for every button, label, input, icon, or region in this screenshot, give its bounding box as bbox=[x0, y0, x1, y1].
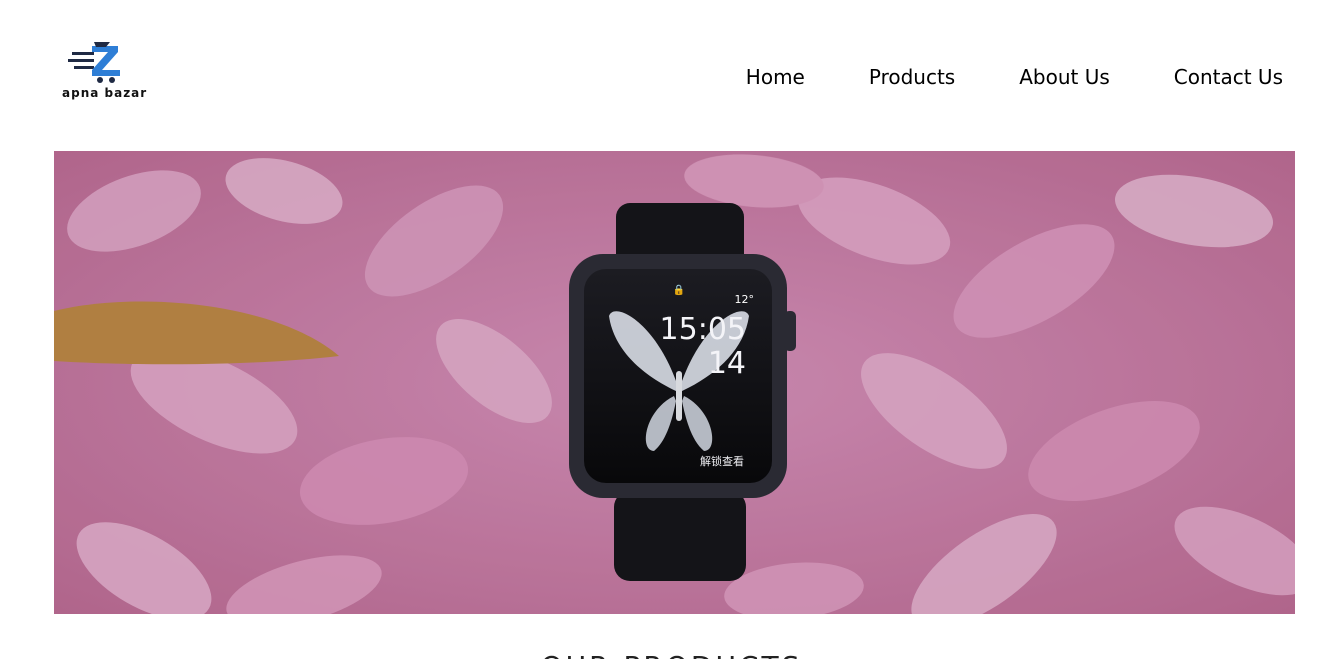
nav-about-us[interactable]: About Us bbox=[1019, 62, 1110, 92]
watch-time: 15:05 bbox=[660, 312, 746, 347]
watch-date: 14 bbox=[708, 346, 746, 381]
watch-unlock-text: 解锁查看 bbox=[700, 454, 744, 468]
nav-contact-us[interactable]: Contact Us bbox=[1174, 62, 1283, 92]
nav-products[interactable]: Products bbox=[869, 62, 955, 92]
main-nav: Home Products About Us Contact Us bbox=[746, 62, 1283, 92]
brand-name: apna bazar bbox=[62, 86, 148, 100]
brand-logo[interactable]: apna bazar bbox=[56, 40, 156, 104]
site-header: apna bazar Home Products About Us Contac… bbox=[0, 0, 1343, 150]
hero-image: 12° 🔒 15:05 14 解锁查看 bbox=[54, 151, 1295, 614]
nav-home[interactable]: Home bbox=[746, 62, 805, 92]
section-title: OUR PRODUCTS bbox=[0, 650, 1343, 659]
page: apna bazar Home Products About Us Contac… bbox=[0, 0, 1343, 659]
watch-temp: 12° bbox=[735, 293, 755, 306]
cart-logo-icon bbox=[68, 42, 120, 83]
hero-banner: 12° 🔒 15:05 14 解锁查看 bbox=[54, 151, 1295, 614]
lock-icon: 🔒 bbox=[673, 284, 685, 296]
